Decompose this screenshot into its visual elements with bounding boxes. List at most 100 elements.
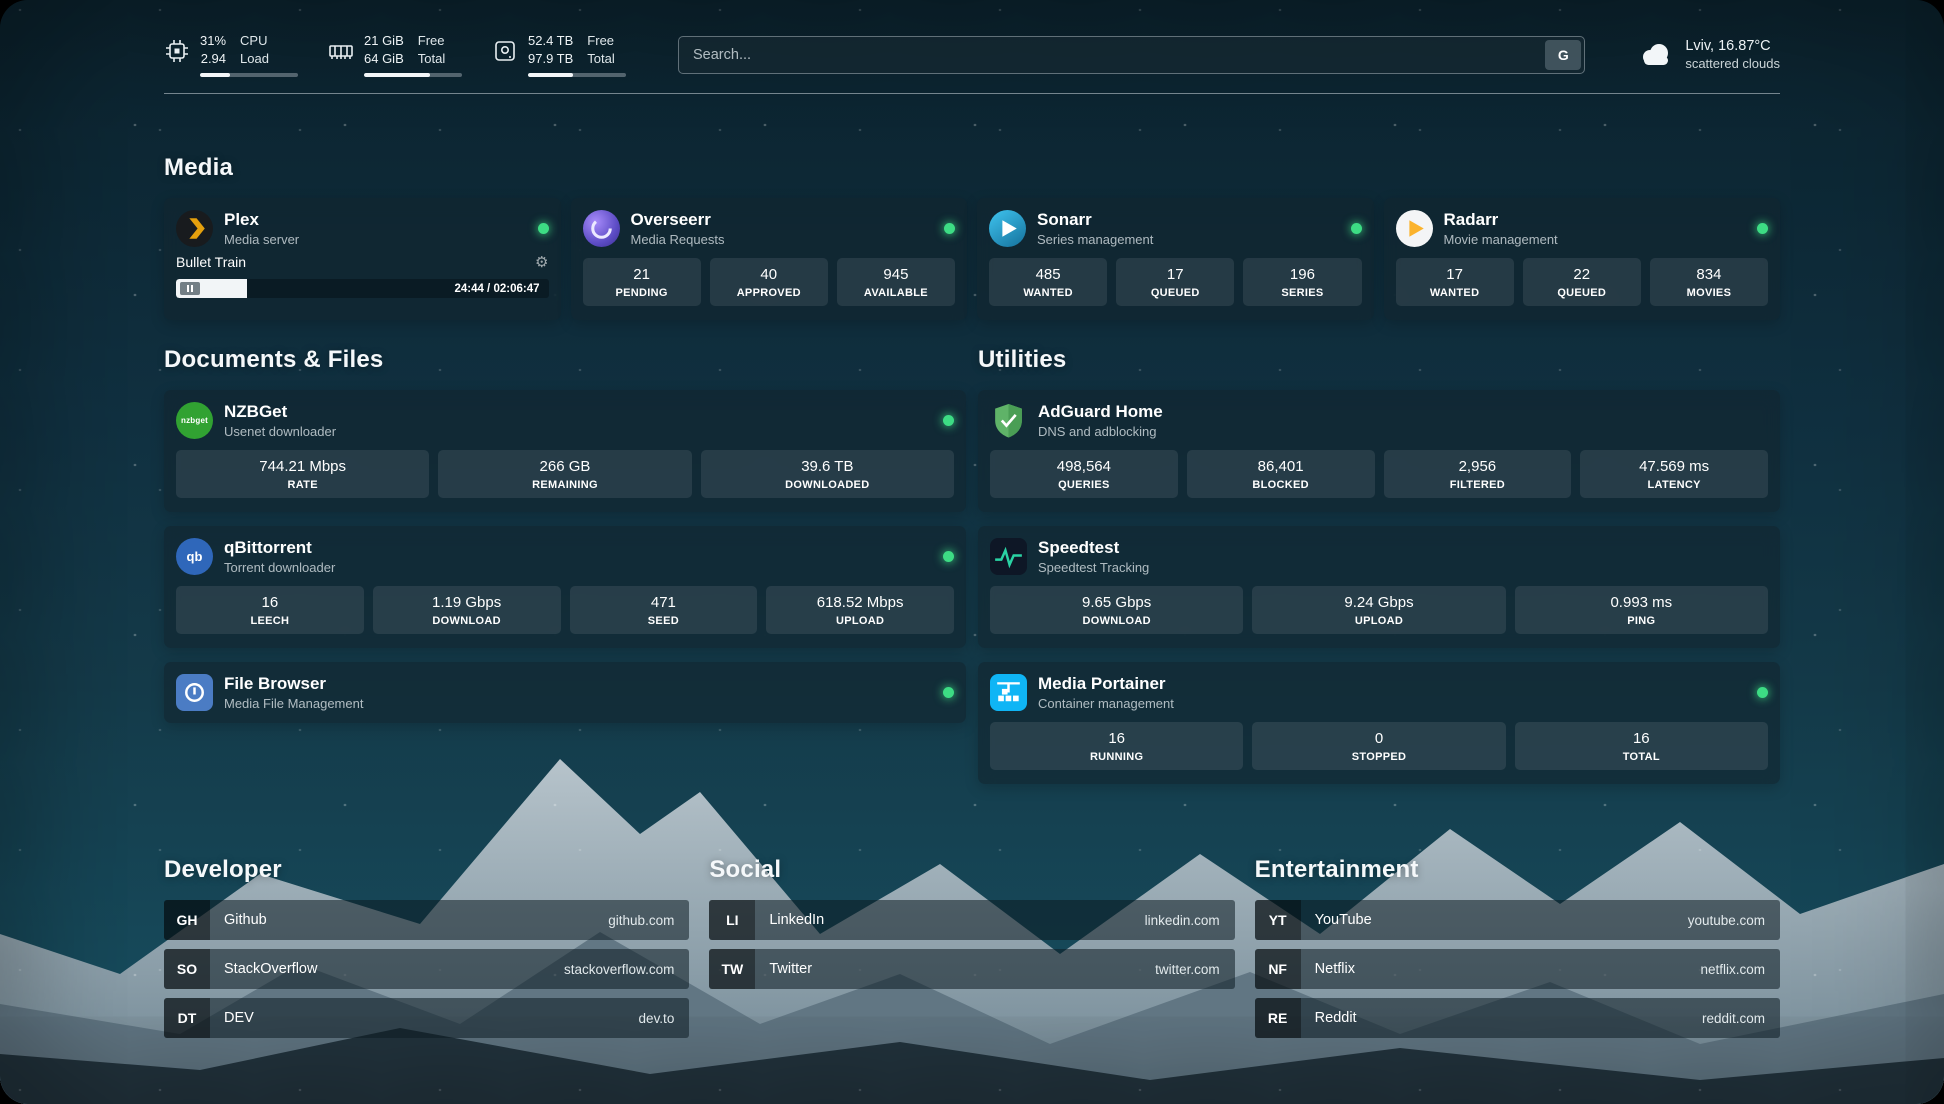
stat-value: 945: [840, 266, 952, 284]
bookmark-url: netflix.com: [1700, 962, 1780, 977]
adguard-meta: AdGuard Home DNS and adblocking: [1038, 402, 1163, 439]
plex-icon: [176, 210, 213, 247]
stat-label: QUEUED: [1119, 287, 1231, 299]
cpu-icon: [164, 38, 190, 64]
app-card-radarr[interactable]: Radarr Movie management 17 WANTED 22 QUE…: [1384, 198, 1781, 320]
app-card-qbittorrent[interactable]: qb qBittorrent Torrent downloader 16 LEE…: [164, 526, 966, 648]
stat-label: QUEUED: [1526, 287, 1638, 299]
bookmark-linkedin[interactable]: LI LinkedIn linkedin.com: [709, 900, 1234, 940]
stat-total: 16 TOTAL: [1515, 722, 1768, 770]
adguard-icon: [990, 402, 1027, 439]
app-card-portainer[interactable]: Media Portainer Container management 16 …: [978, 662, 1780, 784]
search-input[interactable]: [678, 36, 1585, 74]
bookmark-stackoverflow[interactable]: SO StackOverflow stackoverflow.com: [164, 949, 689, 989]
section-social: Social LI LinkedIn linkedin.com TW Twitt…: [709, 856, 1234, 1047]
bookmark-abbr: SO: [164, 949, 210, 989]
stat-value: 16: [179, 594, 361, 612]
app-card-overseerr[interactable]: Overseerr Media Requests 21 PENDING 40 A…: [571, 198, 968, 320]
bookmark-netflix[interactable]: NF Netflix netflix.com: [1255, 949, 1780, 989]
bookmark-name: Netflix: [1315, 961, 1355, 977]
disk-labels: Free Total: [587, 32, 614, 68]
bookmark-name: YouTube: [1315, 912, 1372, 928]
bookmark-github[interactable]: GH Github github.com: [164, 900, 689, 940]
app-card-sonarr[interactable]: Sonarr Series management 485 WANTED 17 Q…: [977, 198, 1374, 320]
stat-value: 485: [992, 266, 1104, 284]
filebrowser-meta: File Browser Media File Management: [224, 674, 363, 711]
app-card-speedtest[interactable]: Speedtest Speedtest Tracking 9.65 Gbps D…: [978, 526, 1780, 648]
app-card-plex[interactable]: Plex Media server Bullet Train ⚙ 24:44 /…: [164, 198, 561, 320]
bookmark-abbr: RE: [1255, 998, 1301, 1038]
stat-downloaded: 39.6 TB DOWNLOADED: [701, 450, 954, 498]
stat-value: 0: [1255, 730, 1502, 748]
stat-upload: 618.52 Mbps UPLOAD: [766, 586, 954, 634]
bookmark-name: Twitter: [769, 961, 812, 977]
bookmark-abbr: DT: [164, 998, 210, 1038]
search-engine-button[interactable]: G: [1545, 40, 1581, 70]
stat-label: MOVIES: [1653, 287, 1765, 299]
bookmark-youtube[interactable]: YT YouTube youtube.com: [1255, 900, 1780, 940]
cpu-labels: CPU Load: [240, 32, 269, 68]
gear-icon[interactable]: ⚙: [535, 253, 548, 271]
bookmark-twitter[interactable]: TW Twitter twitter.com: [709, 949, 1234, 989]
section-documents: Documents & Files nzbget NZBGet Usenet d…: [164, 346, 966, 784]
sonarr-meta: Sonarr Series management: [1037, 210, 1153, 247]
stat-value: 196: [1246, 266, 1358, 284]
playback-time: 24:44 / 02:06:47: [454, 283, 548, 295]
stat-value: 9.24 Gbps: [1255, 594, 1502, 612]
stat-pending: 21 PENDING: [583, 258, 701, 306]
stat-label: UPLOAD: [1255, 615, 1502, 627]
section-media: Media Plex Media server Bullet: [164, 154, 1780, 320]
bookmark-dev[interactable]: DT DEV dev.to: [164, 998, 689, 1038]
app-subtitle: Usenet downloader: [224, 424, 336, 439]
app-card-nzbget[interactable]: nzbget NZBGet Usenet downloader 744.21 M…: [164, 390, 966, 512]
stat-available: 945 AVAILABLE: [837, 258, 955, 306]
playback-progressbar[interactable]: 24:44 / 02:06:47: [176, 279, 549, 298]
stat-wanted: 17 WANTED: [1396, 258, 1514, 306]
stat-value: 40: [713, 266, 825, 284]
bookmark-reddit[interactable]: RE Reddit reddit.com: [1255, 998, 1780, 1038]
stat-ping: 0.993 ms PING: [1515, 586, 1768, 634]
stat-queued: 22 QUEUED: [1523, 258, 1641, 306]
stat-label: PENDING: [586, 287, 698, 299]
stat-value: 17: [1399, 266, 1511, 284]
app-subtitle: Media Requests: [631, 232, 725, 247]
stat-value: 2,956: [1387, 458, 1569, 476]
stat-wanted: 485 WANTED: [989, 258, 1107, 306]
stat-queries: 498,564 QUERIES: [990, 450, 1178, 498]
ram-icon: [328, 38, 354, 64]
app-name: Media Portainer: [1038, 674, 1174, 694]
section-title-developer: Developer: [164, 856, 689, 884]
app-card-adguard[interactable]: AdGuard Home DNS and adblocking 498,564 …: [978, 390, 1780, 512]
speedtest-icon: [990, 538, 1027, 575]
bookmark-url: twitter.com: [1155, 962, 1235, 977]
topbar-divider: [164, 93, 1780, 94]
app-subtitle: Torrent downloader: [224, 560, 335, 575]
app-name: Sonarr: [1037, 210, 1153, 230]
bookmark-url: youtube.com: [1688, 913, 1780, 928]
app-card-filebrowser[interactable]: File Browser Media File Management: [164, 662, 966, 723]
cpu-loadavg: 2.94: [200, 50, 226, 68]
now-playing-title: Bullet Train: [176, 254, 246, 270]
pause-button[interactable]: [180, 282, 200, 295]
filebrowser-icon: [176, 674, 213, 711]
stat-label: STOPPED: [1255, 751, 1502, 763]
status-dot: [538, 223, 549, 234]
stat-label: WANTED: [1399, 287, 1511, 299]
bookmark-url: stackoverflow.com: [564, 962, 689, 977]
stat-upload: 9.24 Gbps UPLOAD: [1252, 586, 1505, 634]
stat-label: WANTED: [992, 287, 1104, 299]
stat-blocked: 86,401 BLOCKED: [1187, 450, 1375, 498]
stat-value: 16: [993, 730, 1240, 748]
status-dot: [1757, 223, 1768, 234]
stat-label: APPROVED: [713, 287, 825, 299]
stat-value: 22: [1526, 266, 1638, 284]
stat-stopped: 0 STOPPED: [1252, 722, 1505, 770]
sonarr-icon: [989, 210, 1026, 247]
weather-condition: scattered clouds: [1685, 56, 1780, 71]
stat-label: BLOCKED: [1190, 479, 1372, 491]
ram-free: 21 GiB: [364, 32, 404, 50]
stat-latency: 47.569 ms LATENCY: [1580, 450, 1768, 498]
stat-label: REMAINING: [441, 479, 688, 491]
stat-approved: 40 APPROVED: [710, 258, 828, 306]
topbar: 31% 2.94 CPU Load: [164, 32, 1780, 77]
